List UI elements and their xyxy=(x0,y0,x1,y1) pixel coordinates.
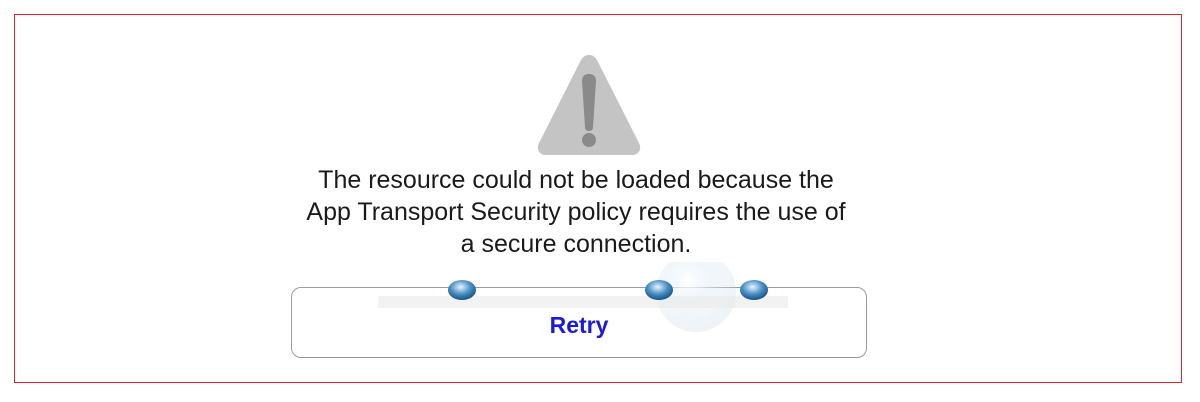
error-message-line-3: a secure connection. xyxy=(460,230,692,258)
error-message: The resource could not be loaded because… xyxy=(251,164,901,260)
retry-label: Retry xyxy=(549,312,609,338)
error-message-line-1: The resource could not be loaded because… xyxy=(318,166,834,194)
error-panel: The resource could not be loaded because… xyxy=(14,14,1182,383)
retry-button[interactable]: Retry xyxy=(291,287,867,358)
error-message-line-2: App Transport Security policy requires t… xyxy=(306,198,846,226)
warning-icon xyxy=(537,55,641,155)
